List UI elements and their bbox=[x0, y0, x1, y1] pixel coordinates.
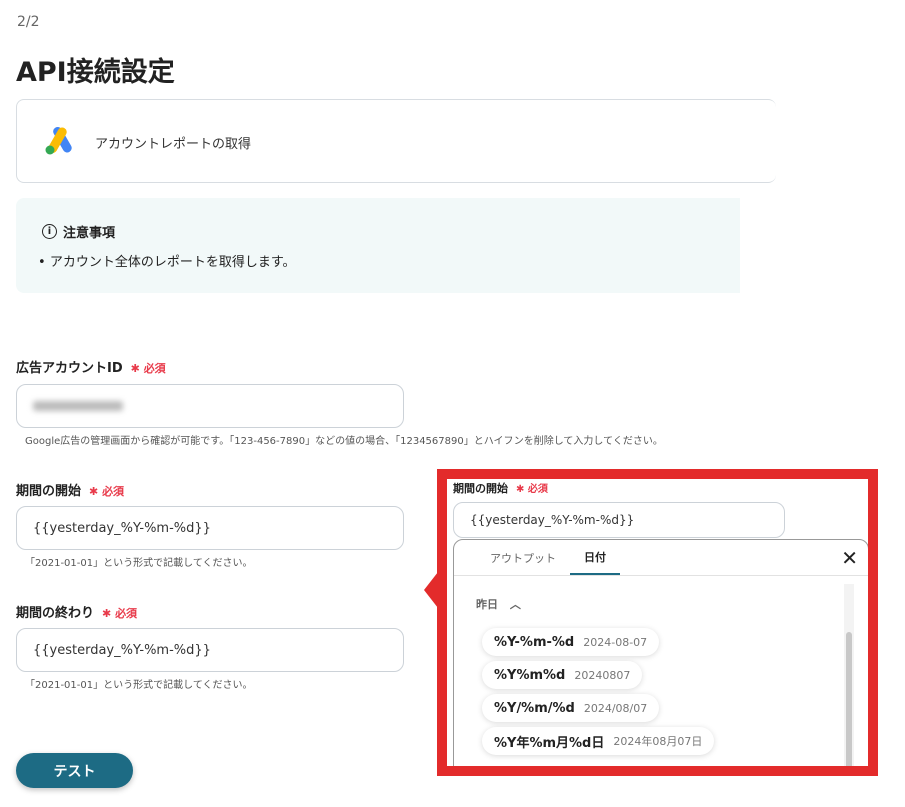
format-chip[interactable]: %Y-%m-%d 2024-08-07 bbox=[482, 628, 660, 656]
section-yesterday[interactable]: 昨日 ︿ bbox=[476, 596, 521, 612]
format-chip[interactable]: %Y%m%d 20240807 bbox=[482, 661, 643, 689]
start-date-input[interactable]: {{yesterday_%Y-%m-%d}} bbox=[16, 506, 404, 550]
test-button[interactable]: テスト bbox=[16, 753, 133, 788]
end-date-label: 期間の終わり ✱ 必須 bbox=[16, 606, 138, 621]
callout-arrow bbox=[424, 572, 438, 608]
step-indicator: 2/2 bbox=[17, 14, 40, 30]
callout-start-label: 期間の開始 ✱ 必須 bbox=[453, 482, 548, 495]
notice-box: i 注意事項 • アカウント全体のレポートを取得します。 bbox=[16, 198, 740, 293]
end-date-input[interactable]: {{yesterday_%Y-%m-%d}} bbox=[16, 628, 404, 672]
notice-bullet: • アカウント全体のレポートを取得します。 bbox=[38, 255, 296, 270]
action-label: アカウントレポートの取得 bbox=[95, 137, 252, 152]
end-date-hint: 「2021-01-01」という形式で記載してください。 bbox=[25, 680, 253, 691]
close-icon[interactable]: ✕ bbox=[841, 546, 858, 570]
google-ads-icon bbox=[45, 127, 72, 155]
format-chip[interactable]: %Y年%m月%d日 2024年08月07日 bbox=[482, 727, 715, 755]
scrollbar[interactable] bbox=[844, 584, 854, 766]
format-chip[interactable]: %Y/%m/%d 2024/08/07 bbox=[482, 694, 660, 722]
start-date-label: 期間の開始 ✱ 必須 bbox=[16, 484, 125, 499]
chevron-up-icon: ︿ bbox=[509, 598, 521, 611]
app-action-card: アカウントレポートの取得 bbox=[16, 99, 776, 183]
account-id-label: 広告アカウントID ✱ 必須 bbox=[16, 361, 166, 376]
account-id-input[interactable] bbox=[16, 384, 404, 428]
callout-start-input[interactable]: {{yesterday_%Y-%m-%d}} bbox=[453, 502, 785, 538]
info-icon: i bbox=[42, 224, 57, 239]
tab-date[interactable]: 日付 bbox=[570, 540, 620, 575]
scrollbar-thumb[interactable] bbox=[846, 632, 852, 766]
variable-picker-popover: アウトプット 日付 ✕ 昨日 ︿ %Y-%m-%d 2024-08-07 %Y%m… bbox=[453, 539, 868, 766]
notice-heading: 注意事項 bbox=[63, 226, 116, 241]
start-date-hint: 「2021-01-01」という形式で記載してください。 bbox=[25, 558, 253, 569]
zoomed-callout: 期間の開始 ✱ 必須 {{yesterday_%Y-%m-%d}} アウトプット … bbox=[437, 469, 878, 776]
page-title: API接続設定 bbox=[16, 57, 175, 88]
account-id-hint: Google広告の管理画面から確認が可能です。「123-456-7890」などの… bbox=[25, 436, 663, 447]
redacted-value bbox=[33, 401, 123, 411]
tab-output[interactable]: アウトプット bbox=[476, 540, 570, 575]
